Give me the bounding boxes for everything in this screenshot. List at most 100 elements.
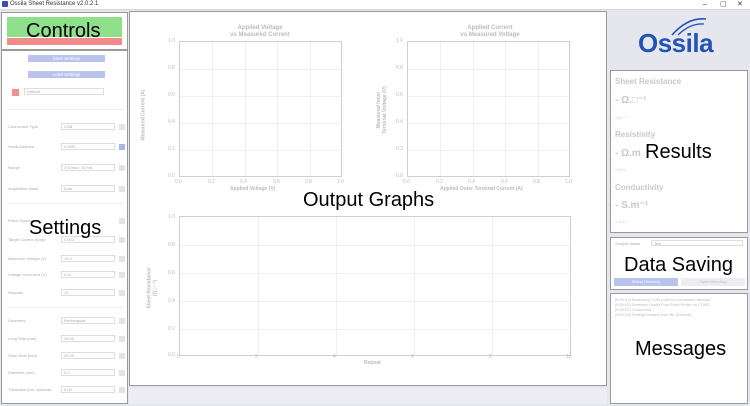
gridline [245, 42, 246, 176]
sample-name-input[interactable]: Test [651, 240, 743, 246]
info-icon[interactable] [119, 387, 125, 393]
messages-heading: Messages [635, 338, 727, 360]
gridline [180, 329, 570, 330]
chart1-ytick: 0.4 [168, 119, 175, 125]
chart3-xtick: 4 [333, 354, 336, 360]
sheet-resistance-label: Sheet Resistance [615, 77, 682, 86]
info-icon[interactable] [119, 124, 125, 130]
results-heading: Results [645, 141, 712, 163]
chart2-ytick: 1.0 [396, 38, 403, 44]
gridline [180, 273, 570, 274]
setting-value[interactable]: ± 10mA / 10 mA [61, 164, 115, 171]
gridline [408, 69, 569, 70]
maximize-button[interactable]: ▢ [720, 0, 727, 9]
setting-value[interactable]: USB [61, 123, 115, 130]
setting-value[interactable]: 25.00 [61, 335, 115, 342]
chart2-xtick: 0.6 [501, 179, 508, 185]
info-icon[interactable] [119, 218, 125, 224]
chart1-xtick: 1.0 [337, 179, 344, 185]
messages-panel: [0:00:01] Searching COM ports for connec… [610, 293, 748, 404]
graphs-panel: Applied Voltage vs Measured Current 1.0 … [129, 11, 607, 386]
chart3-ytick: 0.2 [168, 326, 175, 332]
setting-row-connection-type: Connection Type USB [8, 123, 125, 131]
chart2-xtick: 0.4 [468, 179, 475, 185]
logo-text: Ossila [638, 28, 714, 58]
load-settings-button[interactable]: Load Settings [28, 71, 105, 78]
open-directory-button[interactable]: Open Directory [681, 278, 745, 286]
chart1-ylabel: Measured Current (A) [140, 89, 147, 141]
gridline [258, 217, 259, 355]
gridline [408, 150, 569, 151]
chart3-xtick: 8 [489, 354, 492, 360]
gridline [180, 301, 570, 302]
info-icon[interactable] [119, 272, 125, 278]
setting-label: Diameter (mm) [8, 370, 35, 375]
setting-value[interactable]: 10.0 [61, 255, 115, 262]
chart1-ytick: 0.8 [168, 65, 175, 71]
setting-row-geometry: Geometry Rectangular [8, 317, 125, 325]
gridline [408, 123, 569, 124]
info-icon[interactable] [119, 318, 125, 324]
info-icon[interactable] [119, 353, 125, 359]
chart1-xtick: 0.6 [273, 179, 280, 185]
select-directory-button[interactable]: Select Directory [614, 278, 678, 286]
gridline [336, 217, 337, 355]
setting-value[interactable]: 0.0 [61, 369, 115, 376]
setting-row-long-side: Long Side (mm) 25.00 [8, 335, 125, 343]
info-icon[interactable] [119, 336, 125, 342]
setting-label: Long Side (mm) [8, 336, 37, 341]
setting-row-diameter: Diameter (mm) 0.0 [8, 369, 125, 377]
divider [8, 203, 124, 204]
close-button[interactable]: ✕ [737, 0, 743, 9]
setting-value[interactable]: 10 [61, 289, 115, 296]
chart3-ytick: 0.6 [168, 270, 175, 276]
chart1-ytick: 0.6 [168, 92, 175, 98]
refresh-icon[interactable] [119, 144, 125, 150]
gridline [505, 42, 506, 176]
gridline [408, 96, 569, 97]
info-icon[interactable] [119, 370, 125, 376]
info-icon[interactable] [119, 165, 125, 171]
setting-value[interactable]: 0.01 [61, 271, 115, 278]
setting-value[interactable]: 0.00 [61, 386, 115, 393]
chart1-title: Applied Voltage vs Measured Current [190, 25, 330, 39]
setting-value[interactable]: 25.00 [61, 352, 115, 359]
chart3-ytick: 1.0 [168, 214, 175, 220]
info-icon[interactable] [119, 237, 125, 243]
chart1-ytick: 1.0 [168, 38, 175, 44]
setting-value[interactable]: Rectangular [61, 317, 115, 324]
info-icon[interactable] [119, 186, 125, 192]
chart3-ytick: 0.8 [168, 242, 175, 248]
setting-value[interactable]: Auto [61, 185, 115, 192]
setting-label: Range [8, 165, 20, 170]
data-saving-heading: Data Saving [624, 254, 733, 276]
setting-label: Maximum Voltage (V) [8, 256, 47, 261]
info-icon[interactable] [119, 290, 125, 296]
setting-value[interactable]: COM3 [61, 143, 115, 150]
setting-row-serial-address: Serial Address COM3 [8, 143, 125, 151]
setting-row-short-side: Short Side (mm) 25.00 [8, 352, 125, 360]
chart3-ytick: 0.4 [168, 298, 175, 304]
chart2-plot-area [407, 41, 570, 177]
chart3-xtick: 2 [255, 354, 258, 360]
chart3-xtick: 10 [566, 354, 572, 360]
chart3-ylabel: Sheet Resistance (Ω.□⁻¹) [146, 267, 159, 309]
message-line: [0:00:03] Settings loaded from file (Def… [615, 312, 692, 317]
minimize-button[interactable]: – [703, 0, 707, 9]
ossila-logo: Ossila [610, 11, 748, 68]
chart3-xtick: 6 [411, 354, 414, 360]
setting-row-acquisition-mode: Acquisition Mode Auto [8, 185, 125, 193]
delete-icon[interactable] [12, 89, 19, 96]
app-icon [2, 1, 8, 7]
setting-label: Geometry [8, 318, 26, 323]
gridline [180, 69, 341, 70]
setting-row-repeats: Repeats 10 [8, 289, 125, 297]
device-select[interactable]: Default [24, 88, 104, 95]
info-icon[interactable] [119, 256, 125, 262]
gridline [538, 42, 539, 176]
save-settings-button[interactable]: Save Settings [28, 55, 105, 62]
sheet-resistance-error: ± Ω.□⁻¹ [615, 115, 629, 120]
results-panel: Sheet Resistance - Ω.□⁻¹ ± Ω.□⁻¹ Resisti… [610, 70, 748, 233]
chart1-xlabel: Applied Voltage (V) [230, 186, 276, 192]
chart1-xtick: 0.2 [208, 179, 215, 185]
